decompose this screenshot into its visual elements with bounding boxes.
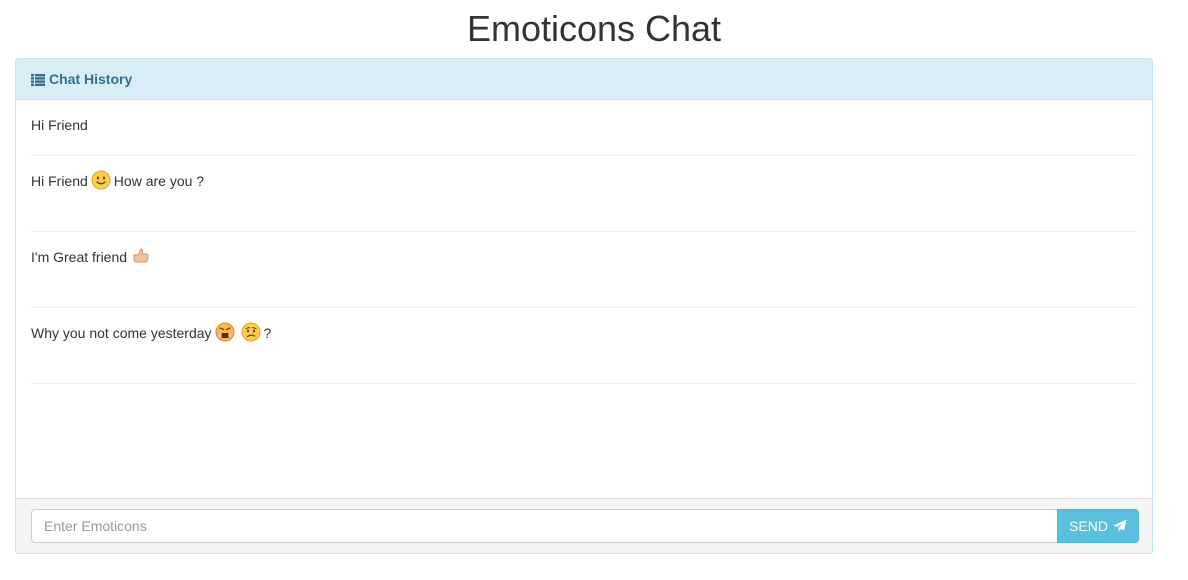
- message-text: How are you ?: [113, 173, 205, 189]
- thumbs-up-emoji-icon: [130, 246, 150, 269]
- chat-message: I'm Great friend: [31, 232, 1137, 308]
- chat-input-bar: SEND: [16, 498, 1152, 553]
- emoticon-input[interactable]: [31, 509, 1057, 543]
- chat-message: Why you not come yesterday ?: [31, 308, 1137, 384]
- chat-panel: Chat History Hi Friend Hi Friend How are: [15, 58, 1153, 554]
- chat-history-heading: Chat History: [16, 59, 1152, 100]
- chat-message: Hi Friend How are you ?: [31, 156, 1137, 232]
- paper-plane-icon: [1113, 519, 1127, 532]
- message-text: Hi Friend: [31, 173, 88, 189]
- message-text: Hi Friend: [31, 117, 88, 133]
- confused-emoji-icon: [241, 322, 261, 345]
- chat-history-body: Hi Friend Hi Friend How are you ? I'm Gr…: [16, 100, 1152, 500]
- angry-emoji-icon: [215, 322, 235, 345]
- message-text: Why you not come yesterday: [31, 325, 212, 341]
- chat-message: Hi Friend: [31, 100, 1137, 156]
- list-icon: [31, 73, 45, 86]
- page-title: Emoticons Chat: [466, 8, 722, 49]
- chat-history-title: Chat History: [49, 71, 133, 87]
- message-text: ?: [263, 325, 272, 341]
- send-button-label: SEND: [1069, 518, 1108, 534]
- send-button[interactable]: SEND: [1057, 509, 1139, 543]
- smile-emoji-icon: [91, 170, 111, 193]
- message-text: I'm Great friend: [31, 249, 128, 265]
